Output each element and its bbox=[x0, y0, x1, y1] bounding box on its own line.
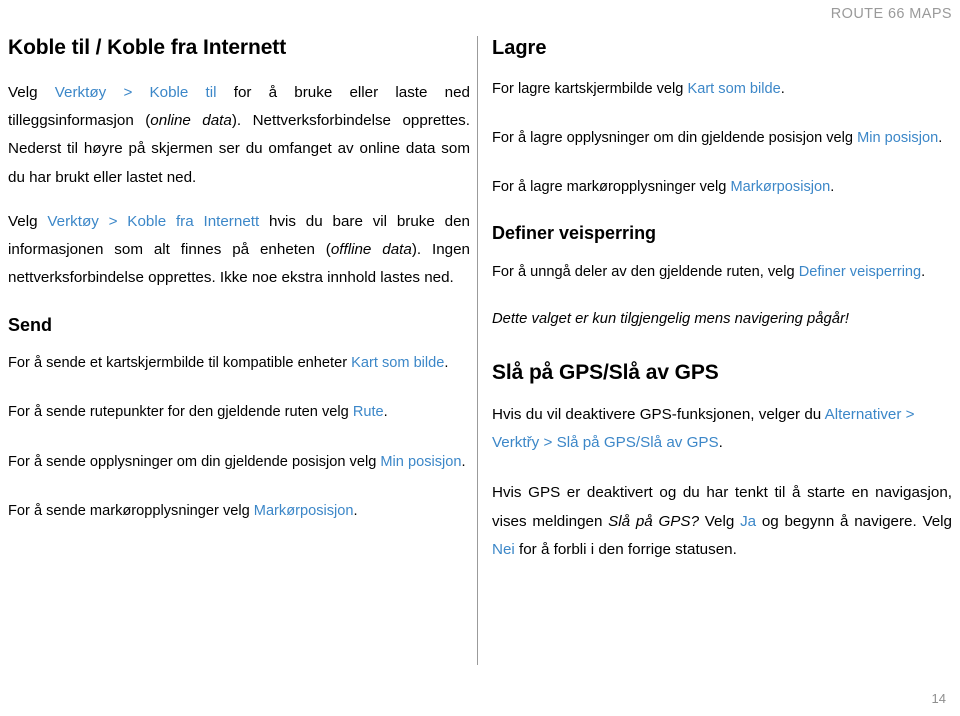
text-run: . bbox=[444, 355, 449, 372]
menu-path-link-verktoy-koble-fra[interactable]: Verktøy > Koble fra Internett bbox=[47, 213, 259, 230]
option-link-min-posisjon[interactable]: Min posisjon bbox=[380, 454, 461, 470]
running-head: ROUTE 66 MAPS bbox=[0, 0, 960, 28]
section-heading-definer-veisperring: Definer veisperring bbox=[492, 223, 657, 244]
text-run: . bbox=[383, 404, 388, 421]
option-link-nei[interactable]: Nei bbox=[492, 541, 515, 558]
right-column: Lagre For lagre kartskjermbilde velg Kar… bbox=[492, 36, 952, 580]
paragraph-gps-prompt: Hvis GPS er deaktivert og du har tenkt t… bbox=[492, 479, 952, 564]
paragraph-send-route: For å sende rutepunkter for den gjeldend… bbox=[8, 399, 470, 426]
text-run: . bbox=[780, 81, 785, 97]
paragraph-define-roadblock: For å unngå deler av den gjeldende ruten… bbox=[492, 259, 952, 286]
text-run: For lagre kartskjermbilde velg bbox=[492, 81, 688, 97]
emphasis-gps-prompt-message: Slå på GPS? bbox=[608, 512, 700, 530]
option-link-min-posisjon[interactable]: Min posisjon bbox=[857, 130, 938, 146]
emphasis-online-data: online data bbox=[150, 112, 232, 130]
paragraph-connect-online: Velg Verktøy > Koble til for å bruke ell… bbox=[8, 79, 470, 192]
text-run: For å sende et kartskjermbilde til kompa… bbox=[8, 355, 352, 372]
paragraph-send-my-position: For å sende opplysninger om din gjeldend… bbox=[8, 449, 470, 476]
column-divider bbox=[477, 36, 478, 665]
text-run: . bbox=[938, 130, 943, 147]
option-link-rute[interactable]: Rute bbox=[353, 404, 384, 420]
section-heading-lagre: Lagre bbox=[492, 37, 547, 59]
text-run: Hvis du vil deaktivere GPS-funksjonen, v… bbox=[492, 405, 825, 423]
option-link-definer-veisperring[interactable]: Definer veisperring bbox=[799, 264, 921, 280]
option-link-ja[interactable]: Ja bbox=[740, 513, 756, 530]
text-run: Velg bbox=[8, 83, 55, 101]
paragraph-disconnect-offline: Velg Verktøy > Koble fra Internett hvis … bbox=[8, 208, 470, 293]
text-run: For å unngå deler av den gjeldende ruten… bbox=[492, 264, 799, 281]
left-column: Koble til / Koble fra Internett Velg Ver… bbox=[8, 36, 470, 541]
paragraph-send-cursor-position: For å sende markøropplysninger velg Mark… bbox=[8, 498, 470, 525]
option-link-kart-som-bilde[interactable]: Kart som bilde bbox=[687, 81, 780, 97]
text-run: . bbox=[921, 264, 926, 281]
emphasis-offline-data: offline data bbox=[330, 241, 412, 259]
text-run: For å sende rutepunkter for den gjeldend… bbox=[8, 404, 353, 421]
paragraph-disable-gps: Hvis du vil deaktivere GPS-funksjonen, v… bbox=[492, 401, 952, 458]
text-run: . bbox=[830, 179, 835, 196]
running-head-text: ROUTE 66 MAPS bbox=[830, 6, 952, 22]
paragraph-save-my-position: For å lagre opplysninger om din gjeldend… bbox=[492, 125, 952, 152]
section-heading-send: Send bbox=[8, 314, 53, 335]
option-link-kart-som-bilde[interactable]: Kart som bilde bbox=[351, 355, 444, 371]
menu-path-link-verktoy-koble-til[interactable]: Verktøy > Koble til bbox=[55, 84, 217, 101]
text-run: og begynn å navigere. Velg bbox=[756, 512, 953, 530]
text-run: . bbox=[353, 502, 358, 519]
text-run: for å forbli i den forrige statusen. bbox=[514, 540, 737, 558]
paragraph-send-map-image: For å sende et kartskjermbilde til kompa… bbox=[8, 350, 470, 377]
note-navigation-only: Dette valget er kun tilgjengelig mens na… bbox=[492, 311, 849, 328]
page-title: Koble til / Koble fra Internett bbox=[8, 36, 287, 59]
paragraph-save-map-image: For lagre kartskjermbilde velg Kart som … bbox=[492, 76, 952, 103]
text-run: . bbox=[718, 434, 723, 452]
text-run: Velg bbox=[8, 212, 48, 230]
paragraph-save-cursor-position: For å lagre markøropplysninger velg Mark… bbox=[492, 174, 952, 201]
text-run: . bbox=[461, 453, 466, 470]
text-run: For å lagre markøropplysninger velg bbox=[492, 179, 731, 196]
option-link-markorposisjon[interactable]: Markørposisjon bbox=[730, 179, 830, 195]
section-heading-gps-toggle: Slå på GPS/Slå av GPS bbox=[492, 360, 719, 384]
text-run: For å sende markøropplysninger velg bbox=[8, 502, 254, 519]
option-link-markorposisjon[interactable]: Markørposisjon bbox=[254, 503, 354, 519]
text-run: For å sende opplysninger om din gjeldend… bbox=[8, 453, 381, 470]
text-run: For å lagre opplysninger om din gjeldend… bbox=[492, 130, 858, 147]
page-number: 14 bbox=[931, 691, 946, 706]
text-run: Velg bbox=[699, 512, 741, 530]
